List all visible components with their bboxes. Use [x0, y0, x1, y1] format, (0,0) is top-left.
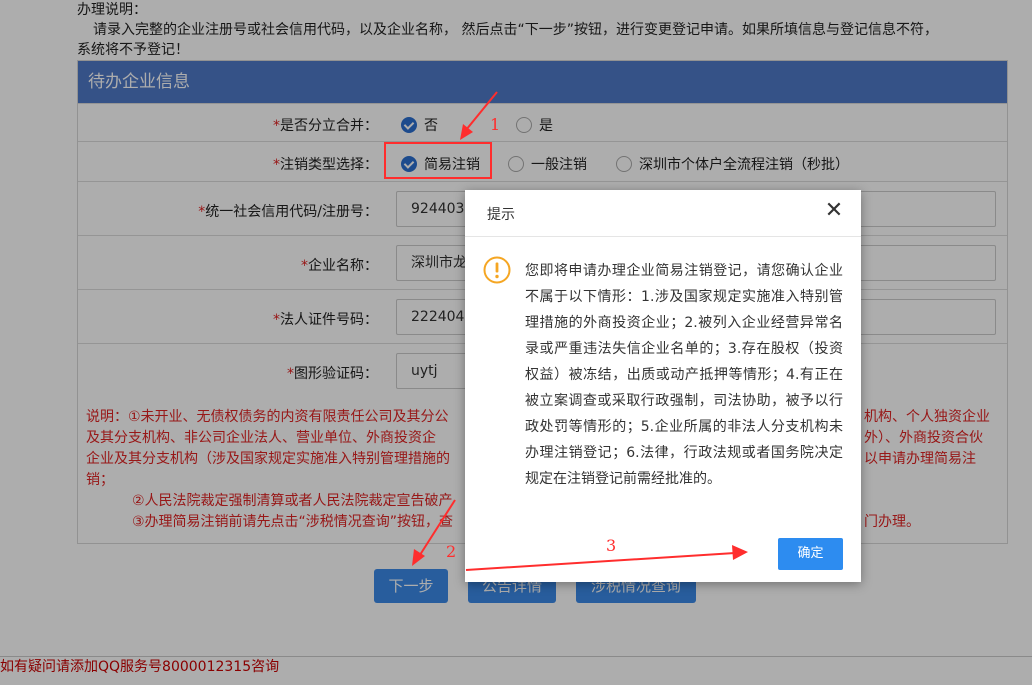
annotation-arrow-2 — [417, 499, 456, 559]
annotation-arrow-1 — [465, 91, 498, 131]
annotation-arrow-3 — [465, 552, 736, 571]
annotation-arrows — [412, 91, 748, 571]
arrow-head-1-icon — [460, 124, 473, 140]
arrow-head-3-icon — [732, 545, 748, 560]
